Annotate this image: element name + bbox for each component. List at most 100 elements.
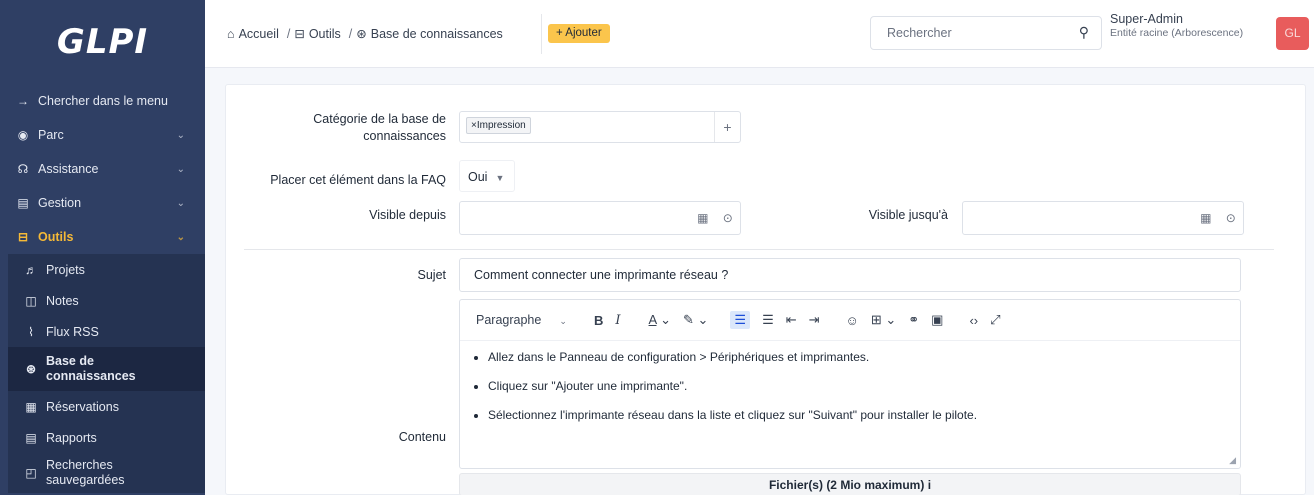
- search-input[interactable]: Rechercher ⚲: [870, 16, 1102, 50]
- label-line-1: Recherches: [46, 458, 113, 472]
- chevron-down-icon: ⌄: [559, 316, 567, 326]
- wallet-icon: ▤: [17, 196, 29, 210]
- breadcrumb-knowledge-base[interactable]: Base de connaissances: [371, 27, 503, 41]
- chevron-down-icon: ⌄: [176, 163, 185, 175]
- sidebar-item-parc[interactable]: ◉ Parc ⌄: [0, 118, 205, 152]
- chevron-down-icon: ▼: [495, 173, 505, 183]
- emoji-icon[interactable]: ☺: [846, 313, 859, 328]
- search-icon[interactable]: ⚲: [1079, 24, 1089, 41]
- faq-value: Oui: [468, 170, 488, 184]
- list-item: Cliquez sur "Ajouter une imprimante".: [488, 378, 1222, 395]
- add-button[interactable]: + Ajouter: [548, 24, 610, 43]
- user-entity: Entité racine (Arborescence): [1110, 27, 1244, 39]
- sidebar-item-label: Recherches sauvegardées: [46, 458, 125, 488]
- highlight-icon[interactable]: ✎ ⌄: [683, 312, 708, 328]
- bookmark-icon: ◰: [25, 465, 37, 480]
- image-icon[interactable]: ▣: [931, 312, 943, 328]
- sidebar-item-knowledge-base[interactable]: ⊛ Base de connaissances: [8, 347, 205, 391]
- visible-until-label: Visible jusqu'à: [868, 208, 948, 222]
- cube-icon: ◉: [17, 128, 29, 142]
- info-icon[interactable]: i: [928, 478, 931, 492]
- breadcrumb-accueil[interactable]: Accueil: [239, 27, 279, 41]
- avatar[interactable]: GL: [1276, 17, 1309, 50]
- link-icon[interactable]: ⚭: [908, 312, 919, 328]
- bullet-list-icon[interactable]: ☰: [730, 311, 751, 329]
- editor-content[interactable]: Allez dans le Panneau de configuration >…: [460, 341, 1240, 444]
- report-icon: ▤: [25, 430, 37, 445]
- headset-icon: ☊: [17, 162, 29, 176]
- label-line-2: connaissances: [46, 369, 136, 383]
- category-label-line-2: connaissances: [363, 129, 446, 143]
- sidebar-item-label: Assistance: [38, 162, 99, 176]
- category-tag[interactable]: ×Impression: [466, 117, 531, 134]
- sidebar-item-saved-searches[interactable]: ◰ Recherches sauvegardées: [8, 453, 205, 493]
- text-color-icon[interactable]: A ⌄: [649, 312, 671, 328]
- breadcrumb-separator: /: [348, 26, 353, 41]
- editor-toolbar: Paragraphe ⌄ B I A ⌄ ✎ ⌄ ☰ ☰ ⇤ ⇥ ☺ ⊞ ⌄ ⚭ …: [460, 300, 1240, 341]
- breadcrumb-outils[interactable]: Outils: [309, 27, 341, 41]
- clear-icon[interactable]: ⊙: [723, 211, 733, 225]
- numbered-list-icon[interactable]: ☰: [762, 312, 774, 328]
- search-placeholder: Rechercher: [887, 26, 952, 40]
- sidebar-item-search-menu[interactable]: → Chercher dans le menu: [0, 84, 205, 118]
- kb-form: Catégorie de la base de connaissances ×I…: [225, 84, 1306, 495]
- add-category-icon[interactable]: +: [714, 112, 740, 142]
- lifebuoy-icon: ⊛: [356, 27, 367, 41]
- category-select[interactable]: ×Impression +: [459, 111, 741, 143]
- resize-handle-icon[interactable]: ◢: [1229, 455, 1236, 466]
- section-divider: [244, 249, 1274, 250]
- faq-select[interactable]: Oui ▼: [459, 160, 515, 192]
- indent-icon[interactable]: ⇥: [809, 312, 820, 328]
- calendar-icon[interactable]: ▦: [697, 211, 708, 225]
- sidebar-item-projets[interactable]: ♬ Projets: [8, 254, 205, 285]
- briefcase-icon: ⊟: [294, 27, 305, 41]
- header-divider: [541, 14, 542, 54]
- italic-icon[interactable]: I: [615, 313, 620, 328]
- label-line-1: Base de: [46, 354, 94, 368]
- bold-icon[interactable]: B: [594, 313, 603, 328]
- user-name: Super-Admin: [1110, 12, 1183, 26]
- briefcase-icon: ⊟: [17, 230, 29, 244]
- table-icon[interactable]: ⊞ ⌄: [871, 312, 896, 328]
- chevron-down-icon: ⌄: [176, 231, 185, 243]
- chevron-down-icon: ⌄: [176, 197, 185, 209]
- sidebar-item-reservations[interactable]: ▦ Réservations: [8, 391, 205, 422]
- file-upload-header[interactable]: Fichier(s) (2 Mio maximum) i: [459, 473, 1241, 495]
- visible-until-field[interactable]: ▦ ⊙: [962, 201, 1244, 235]
- visible-from-field[interactable]: ▦ ⊙: [459, 201, 741, 235]
- subject-label: Sujet: [417, 268, 447, 282]
- user-menu[interactable]: Super-Admin Entité racine (Arborescence): [1110, 12, 1243, 39]
- sidebar: GLPI → Chercher dans le menu ◉ Parc ⌄ ☊ …: [0, 0, 205, 495]
- outdent-icon[interactable]: ⇤: [786, 312, 797, 328]
- sidebar-item-label: Flux RSS: [46, 324, 99, 339]
- rss-icon: ⌇: [28, 324, 34, 339]
- sidebar-item-outils[interactable]: ⊟ Outils ⌄: [0, 220, 205, 254]
- calendar-icon[interactable]: ▦: [1200, 211, 1211, 225]
- paragraph-format-value: Paragraphe: [476, 313, 542, 327]
- note-icon: ◫: [25, 293, 37, 308]
- sidebar-item-notes[interactable]: ◫ Notes: [8, 285, 205, 316]
- paragraph-format-select[interactable]: Paragraphe ⌄: [468, 307, 576, 333]
- list-item: Allez dans le Panneau de configuration >…: [488, 349, 1222, 366]
- clear-icon[interactable]: ⊙: [1226, 211, 1236, 225]
- sidebar-item-label: Base de connaissances: [46, 354, 136, 384]
- glpi-logo[interactable]: GLPI: [0, 0, 205, 84]
- calendar-icon: ▦: [25, 399, 37, 414]
- sidebar-item-label: Gestion: [38, 196, 82, 210]
- content-editor[interactable]: Paragraphe ⌄ B I A ⌄ ✎ ⌄ ☰ ☰ ⇤ ⇥ ☺ ⊞ ⌄ ⚭ …: [459, 299, 1241, 469]
- source-code-icon[interactable]: ‹›: [969, 313, 978, 328]
- faq-label: Placer cet élément dans la FAQ: [270, 173, 446, 187]
- sidebar-item-flux-rss[interactable]: ⌇ Flux RSS: [8, 316, 205, 347]
- list-item: Sélectionnez l'imprimante réseau dans la…: [488, 407, 1222, 424]
- sidebar-item-assistance[interactable]: ☊ Assistance ⌄: [0, 152, 205, 186]
- label-line-2: sauvegardées: [46, 473, 125, 487]
- fullscreen-icon[interactable]: ⤢: [990, 312, 1000, 328]
- sidebar-item-label: Chercher dans le menu: [38, 94, 168, 108]
- visible-from-label: Visible depuis: [369, 208, 446, 222]
- sidebar-item-gestion[interactable]: ▤ Gestion ⌄: [0, 186, 205, 220]
- top-header: ⌂ Accueil / ⊟ Outils / ⊛ Base de connais…: [205, 0, 1314, 68]
- date-picker-controls: ▦ ⊙: [690, 202, 740, 234]
- sidebar-item-rapports[interactable]: ▤ Rapports: [8, 422, 205, 453]
- subject-value: Comment connecter une imprimante réseau …: [474, 268, 729, 282]
- subject-input[interactable]: Comment connecter une imprimante réseau …: [459, 258, 1241, 292]
